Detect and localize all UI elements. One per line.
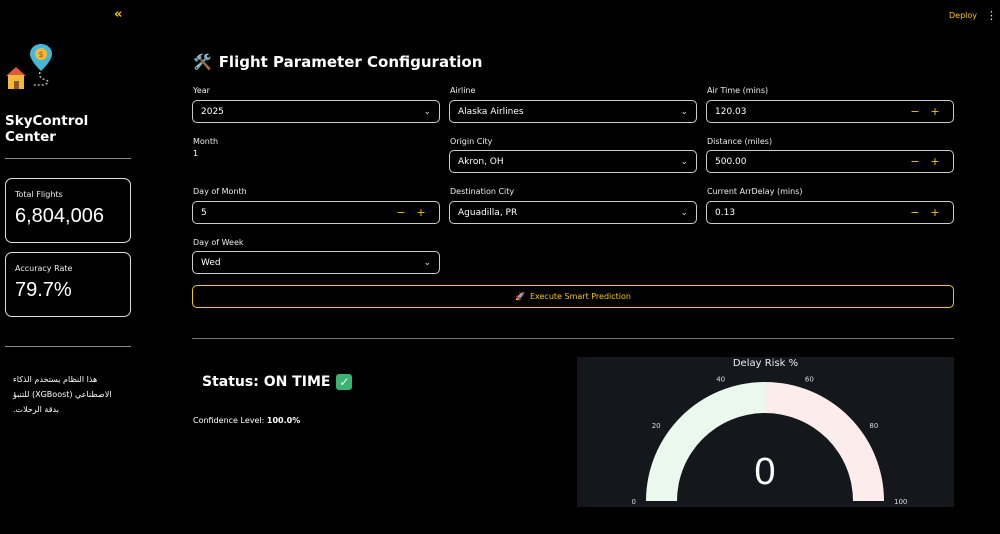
deploy-button[interactable]: Deploy: [949, 11, 977, 20]
execute-prediction-button[interactable]: 🚀 Execute Smart Prediction: [192, 285, 954, 308]
gauge-tick-label: 80: [869, 422, 878, 430]
day-of-week-label: Day of Week: [193, 238, 244, 247]
increment-button[interactable]: +: [925, 206, 945, 219]
delay-risk-gauge: Delay Risk % 0 20 40 60 80 100 0: [577, 357, 954, 507]
gauge-tick-label: 20: [652, 422, 661, 430]
month-value: 1: [193, 149, 199, 158]
day-of-week-value: Wed: [201, 257, 221, 268]
gauge-tick-label: 60: [805, 375, 814, 383]
chevron-down-icon: ⌄: [423, 257, 431, 268]
origin-label: Origin City: [450, 137, 493, 146]
air-time-stepper[interactable]: 120.03 − +: [706, 100, 954, 123]
arr-delay-value: 0.13: [715, 207, 736, 218]
execute-label: Execute Smart Prediction: [529, 292, 631, 301]
page-title-text: Flight Parameter Configuration: [218, 53, 483, 71]
increment-button[interactable]: +: [925, 105, 945, 118]
destination-value: Aguadilla, PR: [458, 207, 518, 218]
check-mark-icon: ✓: [336, 374, 353, 390]
distance-label: Distance (miles): [707, 137, 773, 146]
destination-label: Destination City: [450, 187, 515, 196]
status-text: Status: ON TIME: [202, 374, 331, 390]
chevron-down-icon: ⌄: [680, 156, 688, 167]
sidebar-info-text: هذا النظام يستخدم الذكاء الاصطناعي (XGBo…: [13, 375, 112, 414]
confidence-label: Confidence Level:: [193, 416, 265, 425]
day-of-month-value: 5: [201, 207, 207, 218]
air-time-value: 120.03: [715, 106, 747, 117]
distance-stepper[interactable]: 500.00 − +: [706, 150, 954, 173]
gauge-tick-label: 40: [716, 375, 725, 383]
arr-delay-stepper[interactable]: 0.13 − +: [706, 201, 954, 224]
sidebar: « $ SkyControl Center Total Flights 6,80…: [0, 0, 140, 534]
metric-value: 6,804,006: [15, 205, 104, 227]
increment-button[interactable]: +: [411, 206, 431, 219]
rocket-icon: 🚀: [515, 292, 525, 301]
gauge-band-low: [646, 382, 765, 501]
tools-icon: 🛠️: [193, 53, 212, 71]
year-value: 2025: [201, 106, 224, 117]
gauge-band-high: [765, 382, 884, 501]
chevron-down-icon: ⌄: [680, 106, 688, 117]
day-of-week-select[interactable]: Wed ⌄: [192, 251, 440, 274]
gauge-chart: 0 20 40 60 80 100 0: [632, 375, 908, 506]
page-title: 🛠️ Flight Parameter Configuration: [193, 53, 482, 71]
day-of-month-label: Day of Month: [193, 187, 247, 196]
year-select[interactable]: 2025 ⌄: [192, 100, 440, 123]
gauge-value: 0: [754, 451, 775, 493]
decrement-button[interactable]: −: [905, 206, 925, 219]
airline-select[interactable]: Alaska Airlines ⌄: [449, 100, 697, 123]
decrement-button[interactable]: −: [905, 155, 925, 168]
metric-accuracy-rate: Accuracy Rate 79.7%: [5, 252, 131, 317]
confidence-level: Confidence Level: 100.0%: [193, 416, 300, 425]
month-label: Month: [193, 137, 219, 146]
increment-button[interactable]: +: [925, 155, 945, 168]
distance-value: 500.00: [715, 156, 747, 167]
app-logo-icon: $: [6, 44, 52, 89]
gauge-tick-label: 0: [632, 498, 636, 506]
origin-select[interactable]: Akron, OH ⌄: [449, 150, 697, 173]
main-menu-icon[interactable]: ⋮: [986, 9, 997, 22]
sidebar-divider: [5, 346, 131, 347]
app: « $ SkyControl Center Total Flights 6,80…: [0, 0, 1000, 534]
confidence-value: 100.0%: [266, 416, 301, 425]
airline-value: Alaska Airlines: [458, 106, 524, 117]
decrement-button[interactable]: −: [905, 105, 925, 118]
year-label: Year: [193, 86, 210, 95]
destination-select[interactable]: Aguadilla, PR ⌄: [449, 201, 697, 224]
chevron-down-icon: ⌄: [423, 106, 431, 117]
metric-label: Accuracy Rate: [15, 264, 73, 273]
status-heading: Status: ON TIME ✓: [202, 374, 353, 390]
sidebar-divider: [5, 158, 131, 159]
metric-label: Total Flights: [15, 190, 63, 199]
section-divider: [192, 338, 954, 339]
decrement-button[interactable]: −: [391, 206, 411, 219]
collapse-sidebar-icon[interactable]: «: [114, 7, 122, 22]
arr-delay-label: Current ArrDelay (mins): [707, 187, 803, 196]
metric-total-flights: Total Flights 6,804,006: [5, 178, 131, 243]
day-of-month-stepper[interactable]: 5 − +: [192, 201, 440, 224]
svg-text:$: $: [38, 50, 43, 59]
origin-value: Akron, OH: [458, 156, 504, 167]
metric-value: 79.7%: [15, 279, 72, 301]
gauge-tick-label: 100: [894, 498, 907, 506]
brand-title: SkyControl Center: [5, 113, 89, 145]
air-time-label: Air Time (mins): [707, 86, 769, 95]
chevron-down-icon: ⌄: [680, 207, 688, 218]
airline-label: Airline: [450, 86, 476, 95]
